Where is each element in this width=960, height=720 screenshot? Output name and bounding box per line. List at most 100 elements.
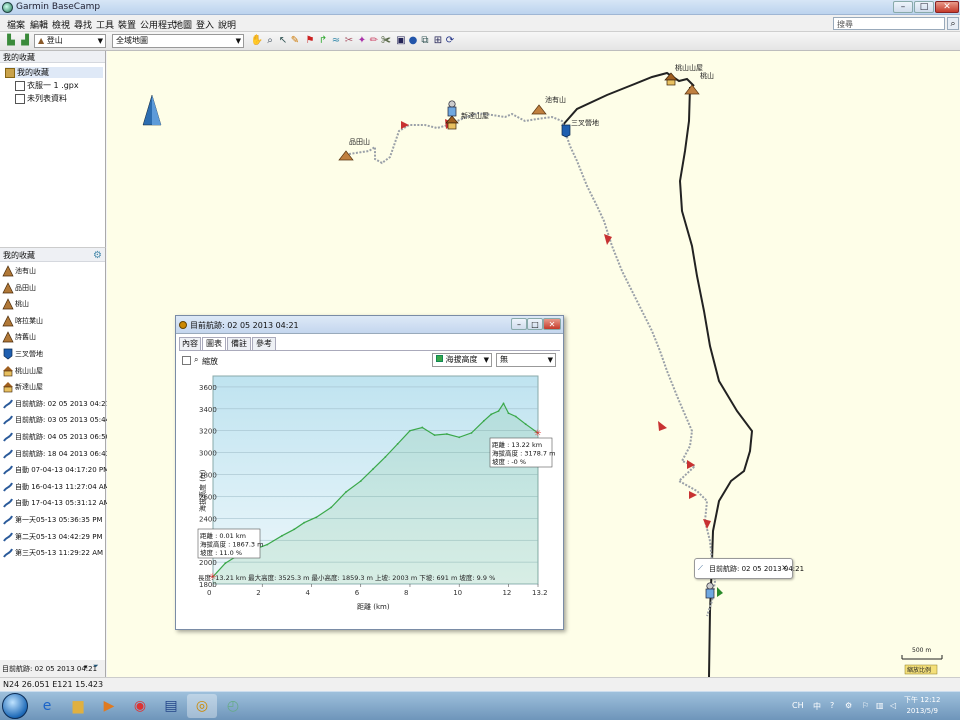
list-item[interactable]: 桃山 [2,298,104,314]
zoom-tool-icon[interactable]: ⌕ [263,34,277,48]
list-item[interactable]: 目前航跡: 03 05 2013 05:44 [2,414,110,430]
library-item-gpx[interactable]: 衣服一 1 .gpx [15,80,79,91]
network-icon[interactable]: ▥ [876,701,884,710]
list-item[interactable]: 新達山屋 [2,381,104,397]
menu-find[interactable]: 尋找 [74,18,92,31]
maximize-button[interactable]: □ [914,1,934,13]
elevation-point [345,491,347,493]
language-indicator[interactable]: CH [792,701,804,710]
tab-notes[interactable]: 備註 [227,337,251,350]
receive-from-device-icon[interactable]: ▙ [4,34,18,48]
tab-references[interactable]: 參考 [252,337,276,350]
library-item-unlisted[interactable]: 未列表資料 [15,93,67,104]
list-item[interactable]: 目前航跡: 18 04 2013 06:43 [2,448,110,464]
menu-view[interactable]: 檢視 [52,18,70,31]
search-icon[interactable]: ⌕ [947,17,959,30]
send-to-device-icon[interactable]: ▟ [18,34,32,48]
summit-chiyou-icon[interactable] [531,104,547,115]
list-item[interactable]: 第二天05-13 04:42:29 PM [2,531,104,547]
chrome-icon[interactable]: ◉ [125,694,155,718]
hut-xinda-body [447,122,457,130]
divide-tool-icon[interactable]: ✀ [379,34,393,48]
new-waypoint-icon[interactable]: ⚑ [303,34,317,48]
hut-xinda-icon[interactable] [445,115,459,124]
profile-maximize-button[interactable]: □ [527,318,543,330]
menu-utilities[interactable]: 公用程式 [140,18,176,31]
menu-help[interactable]: 說明 [218,18,236,31]
menu-login[interactable]: 登入 [196,18,214,31]
close-icon[interactable]: × [781,563,788,572]
minimize-button[interactable]: – [893,1,913,13]
menu-tools[interactable]: 工具 [96,18,114,31]
profile-minimize-button[interactable]: – [511,318,527,330]
start-tooltip-line: 坡度 : 11.0 % [200,548,242,557]
second-series-select[interactable]: 無 ▼ [496,353,556,367]
clock[interactable]: 下午 12:12 2013/5/9 [904,695,940,717]
list-item[interactable]: 第三天05-13 11:29:22 AM [2,547,104,563]
gear-icon[interactable]: ⚙ [93,250,102,261]
tab-properties[interactable]: 內容 [179,337,201,350]
layers-icon[interactable]: ⧉ [418,34,432,48]
list-item[interactable]: 喀拉業山 [2,315,104,331]
list-item[interactable]: 目前航跡: 04 05 2013 06:50 [2,431,110,447]
filter-icon[interactable]: ⏷ [93,662,99,671]
settings-icon[interactable]: ⚙ [845,701,852,710]
basecamp-icon[interactable]: ◎ [187,694,217,718]
new-track-icon[interactable]: ≈ [329,34,343,48]
hand-tool-icon[interactable]: ✋ [250,34,264,48]
refresh-icon[interactable]: ⟳ [443,34,457,48]
measure-tool-icon[interactable]: ✎ [288,34,302,48]
map-product-select[interactable]: 全域地圖 ▼ [112,34,244,48]
help-icon[interactable]: ? [830,701,834,710]
list-item[interactable]: 池有山 [2,265,104,281]
flag-icon[interactable]: ⚐ [862,701,869,710]
list-item-label: 第二天05-13 04:42:29 PM [15,532,103,541]
history-icon[interactable]: ◴ [218,694,248,718]
track-callout[interactable]: ⟋ 目前航跡: 02 05 2013 04:21 × [694,558,804,579]
menu-edit[interactable]: 編輯 [30,18,48,31]
list-item[interactable]: 自動 07-04-13 04:17:20 PM [2,464,109,480]
list-item[interactable]: 桃山山屋 [2,365,104,381]
list-item[interactable]: 自動 17-04-13 05:31:12 AM [2,497,110,513]
activity-profile-select[interactable]: ▲ 登山 ▼ [34,34,106,48]
series-select[interactable]: 海拔高度 ▼ [432,353,492,367]
search-input[interactable]: 搜尋 [833,17,945,30]
list-item[interactable]: 品田山 [2,281,104,298]
camp-sancha-icon[interactable] [561,124,571,138]
chevron-down-icon[interactable]: ▾ [84,663,88,671]
list-item[interactable]: 目前航跡: 02 05 2013 04:21 [2,398,110,414]
hut-taoshan-body [666,79,676,86]
y-tick-label: 2400 [199,515,217,523]
elevation-point [396,442,399,445]
ie-icon[interactable]: e [32,694,62,718]
media-icon[interactable]: ▶ [94,694,124,718]
menu-device[interactable]: 裝置 [118,18,136,31]
tab-graph[interactable]: 圖表 [202,337,226,351]
library-root[interactable]: 我的收藏 [5,67,103,78]
menu-map[interactable]: 地圖 [174,18,192,31]
menu-file[interactable]: 檔案 [7,18,25,31]
close-button[interactable]: ✕ [935,1,959,13]
elevation-chart[interactable]: 1800200022002400260028003000320034003600… [193,372,556,627]
list-item[interactable]: 三叉營地 [2,348,104,364]
summit-pintian-icon[interactable] [338,150,354,161]
edit-tool-icon[interactable]: ✂ [342,34,356,48]
track-profile-window[interactable]: 目前航跡: 02 05 2013 04:21 – □ ✕ 內容 圖表 備註 參考… [175,315,564,630]
folder-icon[interactable]: ▆ [63,694,93,718]
taskbar: e ▆ ▶ ◉ ▤ ◎ ◴ CH 中 ? ⚙ ⚐ ▥ ◁ 下午 12:12 20… [0,691,960,720]
ime-indicator[interactable]: 中 [813,701,821,712]
map-icon[interactable]: ▤ [156,694,186,718]
summit-taoshan-icon[interactable] [684,84,700,95]
volume-icon[interactable]: ◁ [890,701,896,710]
new-route-icon[interactable]: ↱ [316,34,330,48]
label-sancha: 三叉營地 [571,119,599,127]
list-item[interactable]: 第一天05-13 05:36:35 PM [2,514,104,530]
start-button[interactable] [2,693,28,719]
zoom-checkbox[interactable] [182,356,191,365]
list-item[interactable]: 自動 16-04-13 11:27:04 AM [2,481,110,497]
profile-title: 目前航跡: 02 05 2013 04:21 [190,321,299,330]
list-item[interactable]: 詩舊山 [2,331,104,347]
profile-close-button[interactable]: ✕ [543,318,561,330]
elevation-chart-svg[interactable]: 1800200022002400260028003000320034003600… [193,372,556,627]
y-tick-label: 2000 [199,559,217,567]
